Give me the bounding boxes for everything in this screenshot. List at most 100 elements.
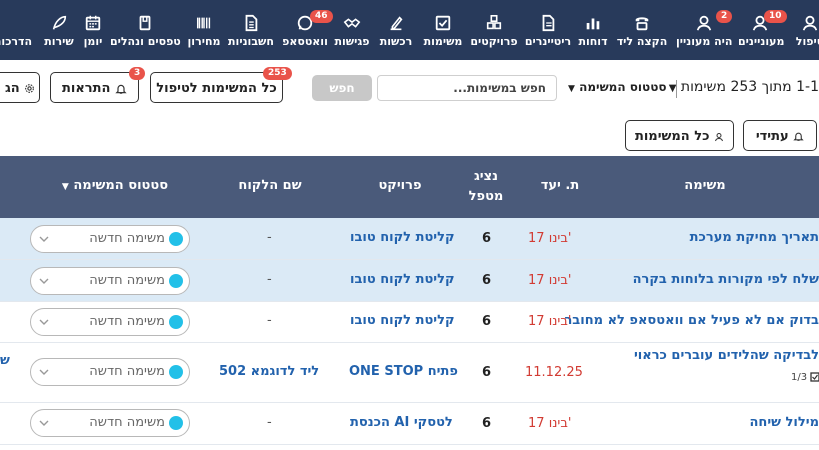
client-name-link[interactable]: ליד לדוגמא 502 [219,364,319,379]
table-header: משימה ת. יעד נציג מטפל פרויקט שם הלקוח ▼… [0,156,819,218]
due-date: 11.12.25 [525,365,583,380]
all-tasks-filter-button[interactable]: כל המשימות [625,120,734,151]
nav-item-retainers[interactable]: ריטיינרים [522,0,574,60]
nav-item-pricelist[interactable]: מחירון [182,0,226,60]
task-status-select[interactable]: משימה חדשה [30,308,190,336]
handshake-icon [343,18,361,28]
client-name: - [267,272,272,287]
subtask-checkbox-icon [810,372,819,382]
status-dot [169,232,183,246]
cubes-icon [486,14,502,30]
nav-item-calendar[interactable]: יומן [80,0,106,60]
nav-label-services: שירות [44,35,74,48]
future-filter-button[interactable]: עתידי [743,120,817,151]
status-filter-dropdown[interactable]: ▼ סטטוס המשימה [568,80,667,94]
task-name-link[interactable]: שלח לפי מקורות בלוחות בקרה [633,272,819,287]
invoice-icon [245,14,258,32]
header-client-name[interactable]: שם הלקוח [225,178,315,193]
nav-item-meetings[interactable]: פגישות [330,0,374,60]
table-row[interactable]: מילול שיחה 17 בינו' 6 הכנסת AI לטסקי - מ… [0,403,819,445]
rep-number: 6 [482,273,492,288]
subtask-indicator: 1/3 [791,372,819,383]
bell-icon [793,132,804,141]
nav-label-clients: מעוניינים [738,35,785,48]
header-project[interactable]: פרויקט [360,178,440,193]
task-status-select[interactable]: משימה חדשה [30,409,190,437]
rep-number: 6 [482,231,492,246]
project-link[interactable]: קליטת לקוח טובו [350,230,455,245]
nav-item-assign-lead[interactable]: הקצה ליד [614,0,670,60]
clients-badge: 10 [764,10,787,23]
chevron-down-icon [39,420,49,426]
table-row[interactable]: תאריך מחיקת מערכת 17 בינו' 6 קליטת לקוח … [0,218,819,260]
table-row[interactable]: שלח לפי מקורות בלוחות בקרה 17 בינו' 6 קל… [0,260,819,302]
header-due-date[interactable]: ת. יעד [525,178,595,193]
alerts-button[interactable]: התראות [50,72,139,103]
nav-label-assign-lead: הקצה ליד [616,35,668,48]
nav-label-calendar: יומן [83,35,103,48]
caret-down-icon: ▼ [61,182,69,192]
nav-item-whatsapp[interactable]: 46 וואטסאפ [280,0,333,60]
nav-item-purchases[interactable]: רכשות [374,0,418,60]
feather-icon [52,15,67,30]
due-date: 17 בינו' [528,273,572,288]
task-count-text: 1-1 מתוך 253 משימות [680,79,819,95]
status-value: משימה חדשה [89,415,165,430]
settings-button[interactable]: הג [0,72,40,103]
toolbar-divider [676,80,677,98]
status-value: משימה חדשה [89,231,165,246]
nav-item-services[interactable]: שירות [42,0,76,60]
project-link[interactable]: קליטת לקוח טובו [350,272,455,287]
row-side-link[interactable]: ש [0,353,10,368]
whatsapp-badge: 46 [310,10,333,23]
all-tasks-for-treatment-label: כל המשימות לטיפול [156,81,277,96]
task-status-select[interactable]: משימה חדשה [30,267,190,295]
table-row[interactable]: בדוק אם לא פעיל אם וואטסאפ לא מחובר 17 ב… [0,302,819,343]
task-name-link[interactable]: תאריך מחיקת מערכת [690,230,819,245]
bar-chart-icon [586,18,600,30]
header-rep-line1[interactable]: נציג [456,169,516,184]
nav-item-tasks[interactable]: משימות [420,0,466,60]
nav-item-training[interactable]: הדרכות [0,0,36,60]
nav-item-was-interested[interactable]: 2 היה מעוניין [676,0,732,60]
rep-number: 6 [482,416,492,431]
bell-icon [115,84,127,94]
future-label: עתידי [755,129,789,144]
task-status-select[interactable]: משימה חדשה [30,358,190,386]
status-value: משימה חדשה [89,364,165,379]
status-value: משימה חדשה [89,273,165,288]
nav-label-meetings: פגישות [334,35,370,48]
nav-label-whatsapp: וואטסאפ [282,35,328,48]
task-name-link[interactable]: מילול שיחה [749,415,819,430]
nav-label-training: הדרכות [0,35,33,48]
search-input[interactable] [377,75,557,101]
nav-item-projects[interactable]: פרויקטים [468,0,520,60]
task-name-link[interactable]: בדוק אם לא פעיל אם וואטסאפ לא מחובר [564,313,819,328]
search-button[interactable]: חפש [312,75,372,101]
top-navigation-bar: טיפול 10 מעוניינים 2 היה מעוניין הקצה לי… [0,0,819,60]
nav-item-clients[interactable]: 10 מעוניינים [738,0,787,60]
nav-label-retainers: ריטיינרים [524,35,572,48]
project-link[interactable]: קליטת לקוח טובו [350,313,455,328]
nav-item-forms[interactable]: טפסים ונהלים [110,0,181,60]
status-dot [169,274,183,288]
nav-label-was-interested: היה מעוניין [676,35,733,48]
nav-item-invoices[interactable]: חשבוניות [226,0,276,60]
table-row[interactable]: לבדיקה שהלידים עוברים כראוי 1/3 11.12.25… [0,343,819,403]
header-task[interactable]: משימה [660,178,750,193]
header-task-status[interactable]: ▼ סטטוס המשימה [50,178,180,193]
project-link[interactable]: הכנסת AI לטסקי [350,415,453,430]
project-link[interactable]: ONE STOP פתיח [349,364,458,379]
nav-label-pricelist: מחירון [187,35,221,48]
client-name: - [267,230,272,245]
nav-item-reports[interactable]: דוחות [574,0,612,60]
person-icon [696,15,712,31]
nav-item-treatment[interactable]: טיפול [790,0,819,60]
document-money-icon [542,14,555,32]
due-date: 17 בינו' [528,231,572,246]
header-rep-line2: מטפל [468,189,504,204]
nav-label-treatment: טיפול [795,35,819,48]
task-name-link[interactable]: לבדיקה שהלידים עוברים כראוי [634,348,819,363]
task-status-select[interactable]: משימה חדשה [30,225,190,253]
task-count-select[interactable]: 1-1 מתוך 253 משימות ▼ [669,79,819,99]
